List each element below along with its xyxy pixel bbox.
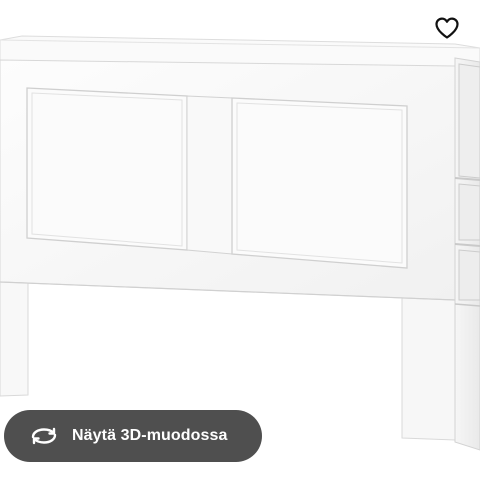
rotate-3d-icon bbox=[28, 420, 60, 452]
view-3d-label: Näytä 3D-muodossa bbox=[72, 427, 228, 444]
headboard-illustration bbox=[0, 35, 480, 451]
heart-outline-icon bbox=[434, 16, 460, 43]
product-image bbox=[0, 0, 480, 480]
view-3d-button[interactable]: Näytä 3D-muodossa bbox=[4, 410, 262, 462]
favorite-button[interactable] bbox=[426, 8, 468, 50]
